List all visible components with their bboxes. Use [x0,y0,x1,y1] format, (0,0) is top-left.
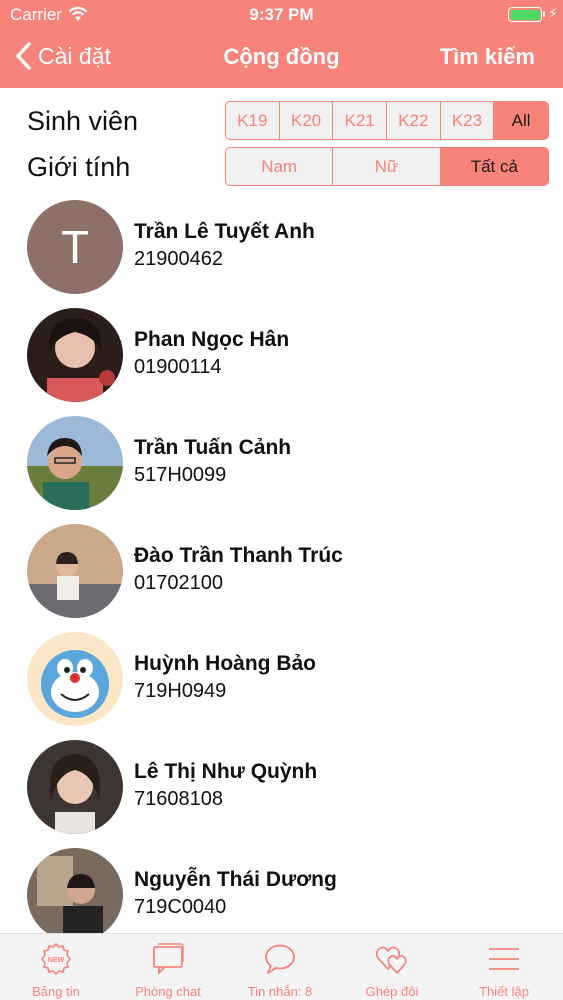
member-name: Huỳnh Hoàng Bảo [134,652,316,675]
avatar: T [27,200,123,294]
gender-filter-option[interactable]: Tất cả [440,148,548,185]
nav-bar: Cài đặt Cộng đồng Tìm kiếm [0,30,563,88]
avatar [27,848,123,933]
search-button[interactable]: Tìm kiếm [440,44,535,70]
charging-icon: ⚡ [548,5,558,21]
avatar-photo [27,740,123,834]
avatar-photo [27,308,123,402]
tab-chat-room[interactable]: Phòng chat [112,934,224,1000]
avatar-photo [27,632,123,726]
member-name: Lê Thị Như Quỳnh [134,760,318,783]
tab-matching-label: Ghép đôi [365,984,419,999]
hearts-icon [375,946,407,974]
list-item[interactable]: Đào Trần Thanh Trúc 01702100 [0,517,563,625]
battery-icon [508,7,542,22]
member-list: T Trần Lê Tuyết Anh 21900462 Phan Ngọc Hân 0… [0,193,563,933]
list-item[interactable]: Nguyễn Thái Dương 719C0040 [0,841,563,933]
gender-filter-option[interactable]: Nữ [333,148,441,185]
avatar-photo [27,848,123,933]
tab-bar: NEW Bảng tin Phòng chat Tin nhắn: 8 Ghép… [0,933,563,1000]
class-filter-option[interactable]: K23 [441,102,495,139]
avatar [27,416,123,510]
tab-matching[interactable]: Ghép đôi [336,934,448,1000]
news-badge-text: NEW [48,957,65,964]
class-filter-option[interactable]: K22 [387,102,441,139]
class-filter-option[interactable]: K21 [333,102,387,139]
tab-messages[interactable]: Tin nhắn: 8 [224,934,336,1000]
class-filter-option[interactable]: K19 [226,102,280,139]
member-name: Trần Tuấn Cảnh [134,436,292,459]
tab-news-label: Bảng tin [32,984,80,999]
tab-settings[interactable]: Thiết lập [448,934,560,1000]
list-item[interactable]: Lê Thị Như Quỳnh 71608108 [0,733,563,841]
status-bar: Carrier 9:37 PM ⚡ [0,0,563,30]
avatar [27,632,123,726]
member-name: Nguyễn Thái Dương [134,868,337,891]
class-filter-label: Sinh viên [27,106,139,136]
battery-cap [543,11,545,17]
chat-room-icon [153,943,184,974]
member-student-id: 719C0040 [134,896,227,918]
class-filter-option[interactable]: All [494,102,548,139]
list-item[interactable]: Trần Tuấn Cảnh 517H0099 [0,409,563,517]
avatar-photo [27,524,123,618]
member-student-id: 517H0099 [134,464,227,486]
status-time: 9:37 PM [249,5,314,24]
gender-filter-segmented: Nam Nữ Tất cả [225,147,549,186]
member-student-id: 21900462 [134,248,223,270]
class-filter-segmented: K19 K20 K21 K22 K23 All [225,101,549,140]
news-icon: NEW [41,942,71,976]
tab-settings-label: Thiết lập [479,984,529,999]
member-student-id: 01900114 [134,356,222,378]
avatar [27,740,123,834]
member-student-id: 01702100 [134,572,223,594]
message-bubble-icon [265,944,295,974]
list-item[interactable]: Huỳnh Hoàng Bảo 719H0949 [0,625,563,733]
class-filter-option[interactable]: K20 [280,102,334,139]
avatar [27,308,123,402]
header: Carrier 9:37 PM ⚡ Cài đặt Cộng đồng Tìm … [0,0,563,88]
tab-messages-label: Tin nhắn: 8 [247,984,313,999]
tab-news[interactable]: NEW Bảng tin [0,934,112,1000]
menu-icon [489,948,519,970]
avatar-photo [27,416,123,510]
member-name: Trần Lê Tuyết Anh [134,220,315,243]
list-item[interactable]: Phan Ngọc Hân 01900114 [0,301,563,409]
gender-filter-label: Giới tính [27,152,131,182]
avatar [27,524,123,618]
member-student-id: 719H0949 [134,680,227,702]
member-student-id: 71608108 [134,788,223,810]
list-item[interactable]: T Trần Lê Tuyết Anh 21900462 [0,193,563,301]
member-name: Đào Trần Thanh Trúc [134,544,343,567]
member-name: Phan Ngọc Hân [134,328,290,351]
tab-chat-room-label: Phòng chat [135,984,201,999]
gender-filter-option[interactable]: Nam [226,148,334,185]
